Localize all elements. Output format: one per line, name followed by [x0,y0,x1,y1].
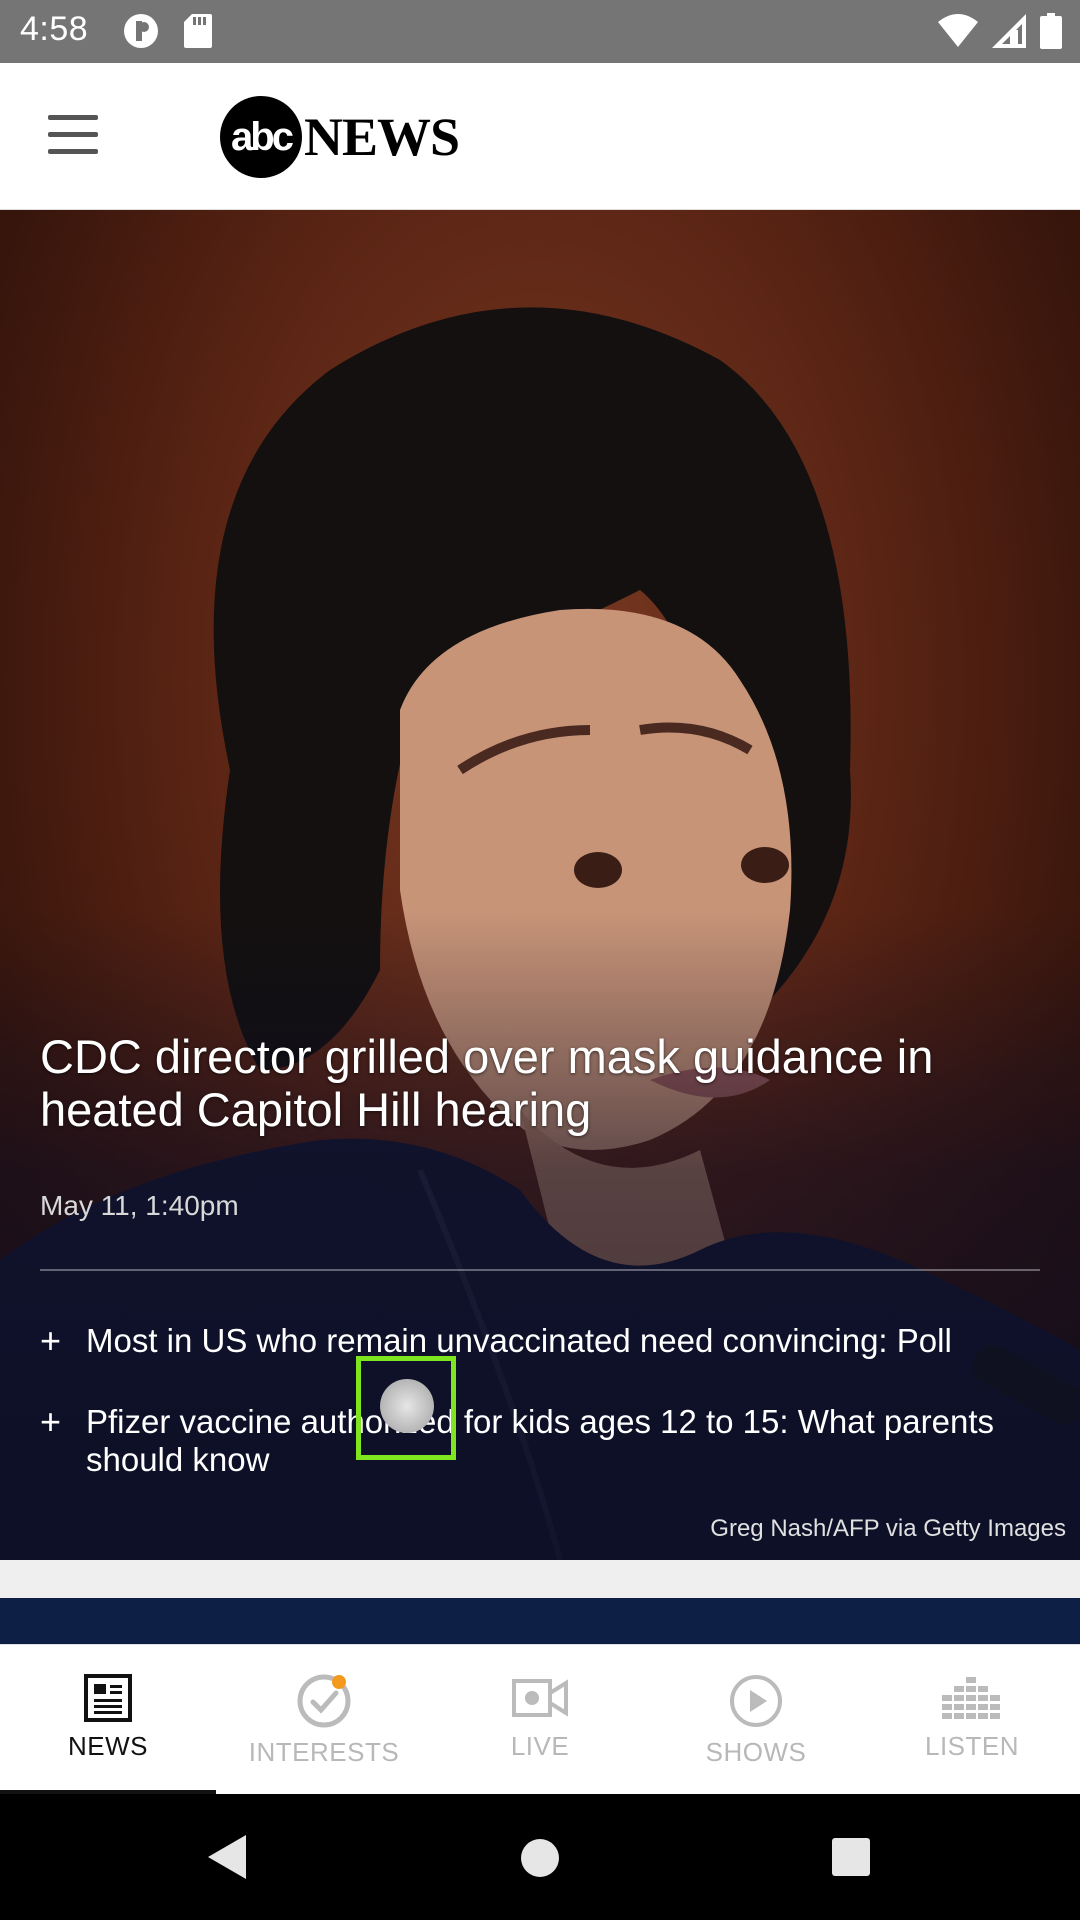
tab-listen[interactable]: LISTEN [864,1645,1080,1795]
status-bar: 4:58 [0,0,1080,63]
tab-label: INTERESTS [248,1737,400,1767]
touch-point-icon [380,1379,434,1433]
tab-interests[interactable]: INTERESTS [216,1645,432,1795]
bottom-tab-bar: NEWS INTERESTS LIVE SHOWS LISTEN [0,1644,1080,1795]
tab-label: NEWS [68,1731,148,1761]
tab-shows[interactable]: SHOWS [648,1645,864,1795]
battery-icon [1040,13,1062,49]
tab-live[interactable]: LIVE [432,1645,648,1795]
related-story-link[interactable]: + Pfizer vaccine authorized for kids age… [40,1403,1050,1479]
home-icon[interactable] [518,1836,562,1880]
timestamp: May 11, 1:40pm [40,1190,239,1221]
app-header: abc NEWS [0,63,1080,210]
tab-label: LIVE [510,1731,570,1761]
tab-label: SHOWS [705,1737,807,1767]
play-circle-icon [730,1675,782,1727]
recents-icon[interactable] [830,1836,872,1878]
abc-news-logo: abc NEWS [220,93,460,181]
photo-credit: Greg Nash/AFP via Getty Images [710,1515,1066,1542]
next-card-preview[interactable] [0,1598,1080,1644]
tab-label: LISTEN [924,1731,1020,1761]
video-camera-icon [512,1679,568,1717]
wifi-icon [938,14,978,47]
plus-icon: + [40,1320,62,1361]
logo-mark: abc [220,96,302,178]
headline[interactable]: CDC director grilled over mask guidance … [40,1030,1050,1136]
divider [40,1269,1040,1271]
back-icon[interactable] [204,1832,250,1882]
profile-icon [124,14,158,48]
system-nav-bar [0,1794,1080,1920]
tab-news[interactable]: NEWS [0,1645,216,1795]
touch-indicator [356,1356,456,1460]
related-story-link[interactable]: + Most in US who remain unvaccinated nee… [40,1322,1050,1360]
newspaper-icon [84,1674,132,1722]
related-story-title: Most in US who remain unvaccinated need … [86,1322,952,1359]
equalizer-icon [942,1677,1000,1719]
status-time: 4:58 [20,10,89,48]
signal-icon [992,14,1026,48]
related-story-title: Pfizer vaccine authorized for kids ages … [86,1403,994,1478]
hamburger-menu-icon[interactable] [40,111,106,161]
sd-card-icon [184,14,212,48]
hero-story[interactable]: CDC director grilled over mask guidance … [0,210,1080,1560]
logo-word: NEWS [304,107,460,167]
plus-icon: + [40,1401,62,1442]
section-divider [0,1560,1080,1598]
notification-badge [332,1675,346,1689]
